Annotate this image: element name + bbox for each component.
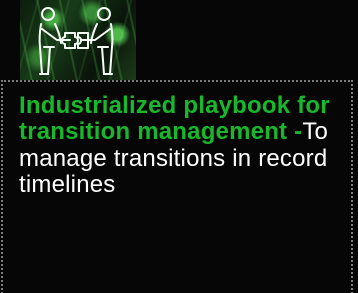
people-puzzle-icon [20,0,136,80]
people-puzzle-illustration [38,7,114,75]
highlight-heading: Industrialized playbook for transition m… [19,92,330,146]
transition-card: Industrialized playbook for transition m… [0,0,358,293]
transition-description: Industrialized playbook for transition m… [19,92,347,199]
